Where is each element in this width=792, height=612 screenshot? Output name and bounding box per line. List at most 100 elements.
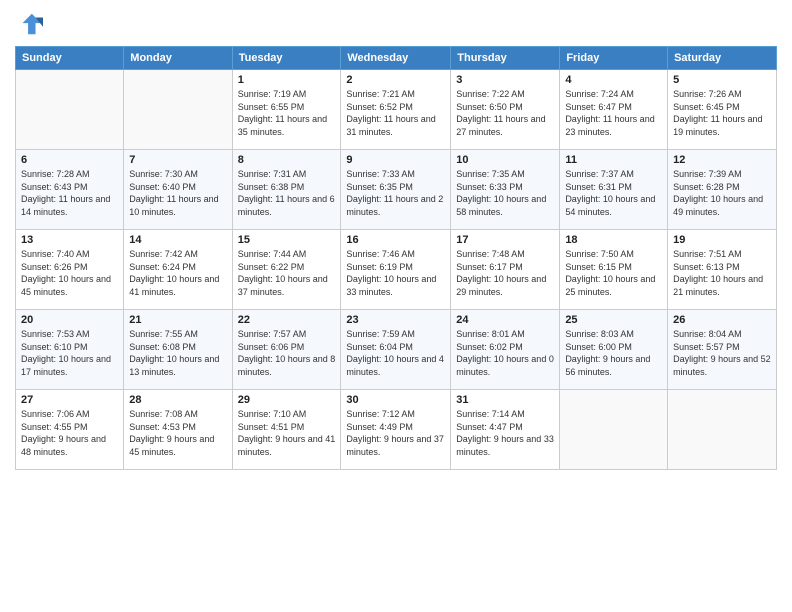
calendar-cell: 20 Sunrise: 7:53 AM Sunset: 6:10 PM Dayli… (16, 310, 124, 390)
day-number: 19 (673, 234, 771, 246)
calendar-cell: 8 Sunrise: 7:31 AM Sunset: 6:38 PM Daylig… (232, 150, 341, 230)
day-info: Sunrise: 7:50 AM Sunset: 6:15 PM Dayligh… (565, 248, 662, 298)
logo (15, 10, 46, 38)
day-info: Sunrise: 7:33 AM Sunset: 6:35 PM Dayligh… (346, 168, 445, 218)
day-number: 15 (238, 234, 336, 246)
day-info: Sunrise: 7:55 AM Sunset: 6:08 PM Dayligh… (129, 328, 226, 378)
calendar-cell: 18 Sunrise: 7:50 AM Sunset: 6:15 PM Dayli… (560, 230, 668, 310)
day-number: 1 (238, 74, 336, 86)
day-number: 10 (456, 154, 554, 166)
day-number: 13 (21, 234, 118, 246)
calendar-weekday-friday: Friday (560, 47, 668, 70)
calendar-weekday-sunday: Sunday (16, 47, 124, 70)
day-number: 22 (238, 314, 336, 326)
day-info: Sunrise: 7:35 AM Sunset: 6:33 PM Dayligh… (456, 168, 554, 218)
day-number: 17 (456, 234, 554, 246)
day-info: Sunrise: 7:46 AM Sunset: 6:19 PM Dayligh… (346, 248, 445, 298)
calendar-weekday-wednesday: Wednesday (341, 47, 451, 70)
calendar-cell: 16 Sunrise: 7:46 AM Sunset: 6:19 PM Dayli… (341, 230, 451, 310)
day-info: Sunrise: 7:26 AM Sunset: 6:45 PM Dayligh… (673, 88, 771, 138)
day-info: Sunrise: 8:01 AM Sunset: 6:02 PM Dayligh… (456, 328, 554, 378)
day-info: Sunrise: 7:37 AM Sunset: 6:31 PM Dayligh… (565, 168, 662, 218)
calendar-week-row: 27 Sunrise: 7:06 AM Sunset: 4:55 PM Dayli… (16, 390, 777, 470)
day-info: Sunrise: 7:53 AM Sunset: 6:10 PM Dayligh… (21, 328, 118, 378)
day-number: 8 (238, 154, 336, 166)
calendar-weekday-thursday: Thursday (451, 47, 560, 70)
day-number: 9 (346, 154, 445, 166)
day-info: Sunrise: 7:08 AM Sunset: 4:53 PM Dayligh… (129, 408, 226, 458)
calendar-cell: 1 Sunrise: 7:19 AM Sunset: 6:55 PM Daylig… (232, 70, 341, 150)
day-info: Sunrise: 7:19 AM Sunset: 6:55 PM Dayligh… (238, 88, 336, 138)
day-info: Sunrise: 7:24 AM Sunset: 6:47 PM Dayligh… (565, 88, 662, 138)
calendar-cell (668, 390, 777, 470)
day-number: 7 (129, 154, 226, 166)
calendar-cell: 31 Sunrise: 7:14 AM Sunset: 4:47 PM Dayli… (451, 390, 560, 470)
day-number: 6 (21, 154, 118, 166)
day-number: 5 (673, 74, 771, 86)
day-number: 29 (238, 394, 336, 406)
calendar-cell: 28Sunrise: 7:08 AM Sunset: 4:53 PM Dayli… (124, 390, 232, 470)
calendar-weekday-monday: Monday (124, 47, 232, 70)
calendar-cell: 24Sunrise: 8:01 AM Sunset: 6:02 PM Dayli… (451, 310, 560, 390)
calendar-week-row: 1 Sunrise: 7:19 AM Sunset: 6:55 PM Daylig… (16, 70, 777, 150)
calendar-cell: 13 Sunrise: 7:40 AM Sunset: 6:26 PM Dayli… (16, 230, 124, 310)
calendar-cell (16, 70, 124, 150)
day-info: Sunrise: 7:44 AM Sunset: 6:22 PM Dayligh… (238, 248, 336, 298)
day-number: 12 (673, 154, 771, 166)
calendar-cell: 6 Sunrise: 7:28 AM Sunset: 6:43 PM Daylig… (16, 150, 124, 230)
calendar-cell: 27 Sunrise: 7:06 AM Sunset: 4:55 PM Dayli… (16, 390, 124, 470)
day-number: 27 (21, 394, 118, 406)
day-info: Sunrise: 7:14 AM Sunset: 4:47 PM Dayligh… (456, 408, 554, 458)
day-number: 11 (565, 154, 662, 166)
day-number: 4 (565, 74, 662, 86)
day-info: Sunrise: 7:10 AM Sunset: 4:51 PM Dayligh… (238, 408, 336, 458)
calendar-cell: 26 Sunrise: 8:04 AM Sunset: 5:57 PM Dayli… (668, 310, 777, 390)
calendar-weekday-saturday: Saturday (668, 47, 777, 70)
calendar-cell: 15 Sunrise: 7:44 AM Sunset: 6:22 PM Dayli… (232, 230, 341, 310)
day-number: 20 (21, 314, 118, 326)
day-number: 3 (456, 74, 554, 86)
day-info: Sunrise: 7:57 AM Sunset: 6:06 PM Dayligh… (238, 328, 336, 378)
day-number: 16 (346, 234, 445, 246)
day-info: Sunrise: 7:28 AM Sunset: 6:43 PM Dayligh… (21, 168, 118, 218)
calendar-cell: 17 Sunrise: 7:48 AM Sunset: 6:17 PM Dayli… (451, 230, 560, 310)
day-info: Sunrise: 7:22 AM Sunset: 6:50 PM Dayligh… (456, 88, 554, 138)
calendar-cell: 30Sunrise: 7:12 AM Sunset: 4:49 PM Dayli… (341, 390, 451, 470)
calendar-cell: 22 Sunrise: 7:57 AM Sunset: 6:06 PM Dayli… (232, 310, 341, 390)
day-number: 31 (456, 394, 554, 406)
day-info: Sunrise: 8:04 AM Sunset: 5:57 PM Dayligh… (673, 328, 771, 378)
calendar-week-row: 13 Sunrise: 7:40 AM Sunset: 6:26 PM Dayli… (16, 230, 777, 310)
day-info: Sunrise: 7:30 AM Sunset: 6:40 PM Dayligh… (129, 168, 226, 218)
calendar-cell: 4 Sunrise: 7:24 AM Sunset: 6:47 PM Daylig… (560, 70, 668, 150)
calendar-week-row: 20 Sunrise: 7:53 AM Sunset: 6:10 PM Dayli… (16, 310, 777, 390)
calendar-header-row: SundayMondayTuesdayWednesdayThursdayFrid… (16, 47, 777, 70)
calendar-weekday-tuesday: Tuesday (232, 47, 341, 70)
calendar-cell: 2Sunrise: 7:21 AM Sunset: 6:52 PM Daylig… (341, 70, 451, 150)
day-number: 25 (565, 314, 662, 326)
day-info: Sunrise: 7:48 AM Sunset: 6:17 PM Dayligh… (456, 248, 554, 298)
calendar-cell: 5 Sunrise: 7:26 AM Sunset: 6:45 PM Daylig… (668, 70, 777, 150)
day-info: Sunrise: 7:39 AM Sunset: 6:28 PM Dayligh… (673, 168, 771, 218)
calendar-cell: 11 Sunrise: 7:37 AM Sunset: 6:31 PM Dayli… (560, 150, 668, 230)
calendar-cell (124, 70, 232, 150)
calendar-cell: 7 Sunrise: 7:30 AM Sunset: 6:40 PM Daylig… (124, 150, 232, 230)
calendar-cell: 19 Sunrise: 7:51 AM Sunset: 6:13 PM Dayli… (668, 230, 777, 310)
calendar-cell: 25 Sunrise: 8:03 AM Sunset: 6:00 PM Dayli… (560, 310, 668, 390)
day-info: Sunrise: 7:40 AM Sunset: 6:26 PM Dayligh… (21, 248, 118, 298)
day-number: 26 (673, 314, 771, 326)
day-number: 18 (565, 234, 662, 246)
calendar-cell: 9 Sunrise: 7:33 AM Sunset: 6:35 PM Daylig… (341, 150, 451, 230)
day-number: 21 (129, 314, 226, 326)
calendar-cell (560, 390, 668, 470)
day-info: Sunrise: 7:06 AM Sunset: 4:55 PM Dayligh… (21, 408, 118, 458)
day-info: Sunrise: 8:03 AM Sunset: 6:00 PM Dayligh… (565, 328, 662, 378)
calendar-cell: 29 Sunrise: 7:10 AM Sunset: 4:51 PM Dayli… (232, 390, 341, 470)
day-info: Sunrise: 7:51 AM Sunset: 6:13 PM Dayligh… (673, 248, 771, 298)
logo-icon (15, 10, 43, 38)
day-info: Sunrise: 7:31 AM Sunset: 6:38 PM Dayligh… (238, 168, 336, 218)
day-info: Sunrise: 7:59 AM Sunset: 6:04 PM Dayligh… (346, 328, 445, 378)
day-info: Sunrise: 7:12 AM Sunset: 4:49 PM Dayligh… (346, 408, 445, 458)
calendar-cell: 23Sunrise: 7:59 AM Sunset: 6:04 PM Dayli… (341, 310, 451, 390)
calendar-cell: 21 Sunrise: 7:55 AM Sunset: 6:08 PM Dayli… (124, 310, 232, 390)
calendar-table: SundayMondayTuesdayWednesdayThursdayFrid… (15, 46, 777, 470)
